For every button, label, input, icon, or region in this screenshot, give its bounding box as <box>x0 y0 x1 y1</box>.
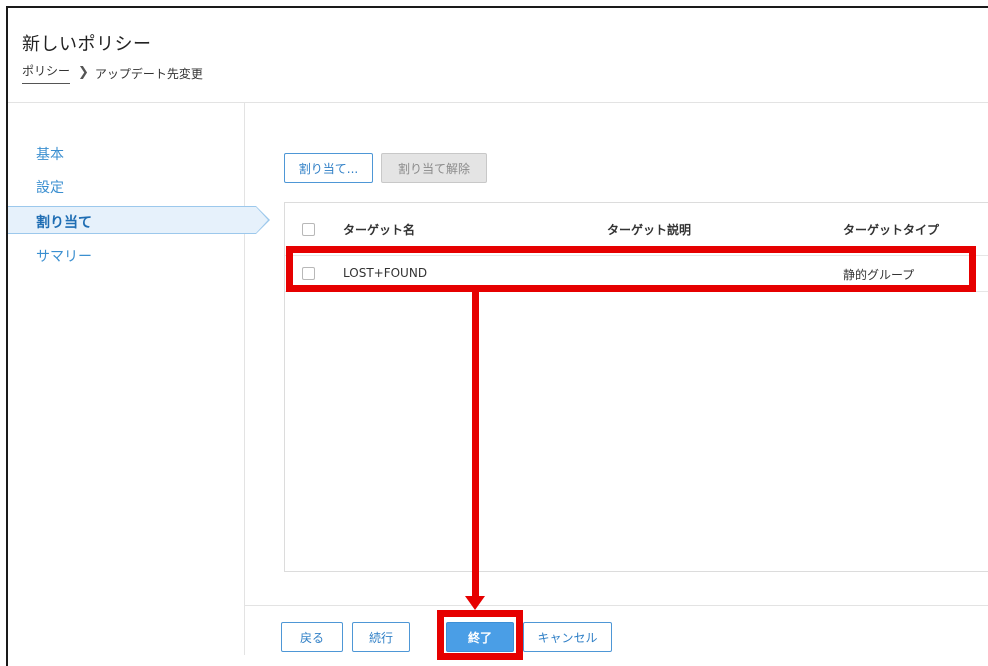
row-target-type: 静的グループ <box>843 268 915 282</box>
unassign-button[interactable]: 割り当て解除 <box>381 153 487 183</box>
row-target-name: LOST+FOUND <box>343 266 428 280</box>
breadcrumb-root-link[interactable]: ポリシー <box>22 62 71 84</box>
sidebar-item-label: 割り当て <box>36 215 92 231</box>
column-header-target-description[interactable]: ターゲット説明 <box>607 221 691 238</box>
sidebar-item-basic[interactable]: 基本 <box>36 144 64 164</box>
sidebar-item-settings[interactable]: 設定 <box>36 177 64 197</box>
assign-button[interactable]: 割り当て... <box>284 153 373 183</box>
column-header-target-type[interactable]: ターゲットタイプ <box>843 221 939 238</box>
chevron-right-icon: ❯ <box>78 64 89 80</box>
back-button[interactable]: 戻る <box>281 622 343 652</box>
cancel-button[interactable]: キャンセル <box>523 622 612 652</box>
arrow-down-icon <box>465 596 485 610</box>
sidebar-item-assignment[interactable]: 割り当て <box>8 206 270 234</box>
sidebar-item-summary[interactable]: サマリー <box>36 246 92 266</box>
arrow-annotation-line <box>472 292 479 598</box>
column-header-target-name[interactable]: ターゲット名 <box>343 221 415 238</box>
page-title: 新しいポリシー <box>22 34 152 55</box>
assignment-table: ターゲット名 ターゲット説明 ターゲットタイプ LOST+FOUND 静的グルー… <box>284 202 988 572</box>
table-header: ターゲット名 ターゲット説明 ターゲットタイプ <box>285 203 988 256</box>
select-all-checkbox[interactable] <box>302 223 315 236</box>
table-row[interactable]: LOST+FOUND 静的グループ <box>285 255 988 292</box>
continue-button[interactable]: 続行 <box>352 622 410 652</box>
page-header: 新しいポリシー ポリシー ❯ アップデート先変更 <box>8 8 988 103</box>
breadcrumb-current: アップデート先変更 <box>94 66 203 81</box>
breadcrumb: ポリシー ❯ アップデート先変更 <box>22 62 203 84</box>
row-checkbox[interactable] <box>302 267 315 280</box>
wizard-sidebar: 基本 設定 割り当て サマリー <box>8 102 270 655</box>
finish-button-highlight-annotation <box>437 610 523 660</box>
